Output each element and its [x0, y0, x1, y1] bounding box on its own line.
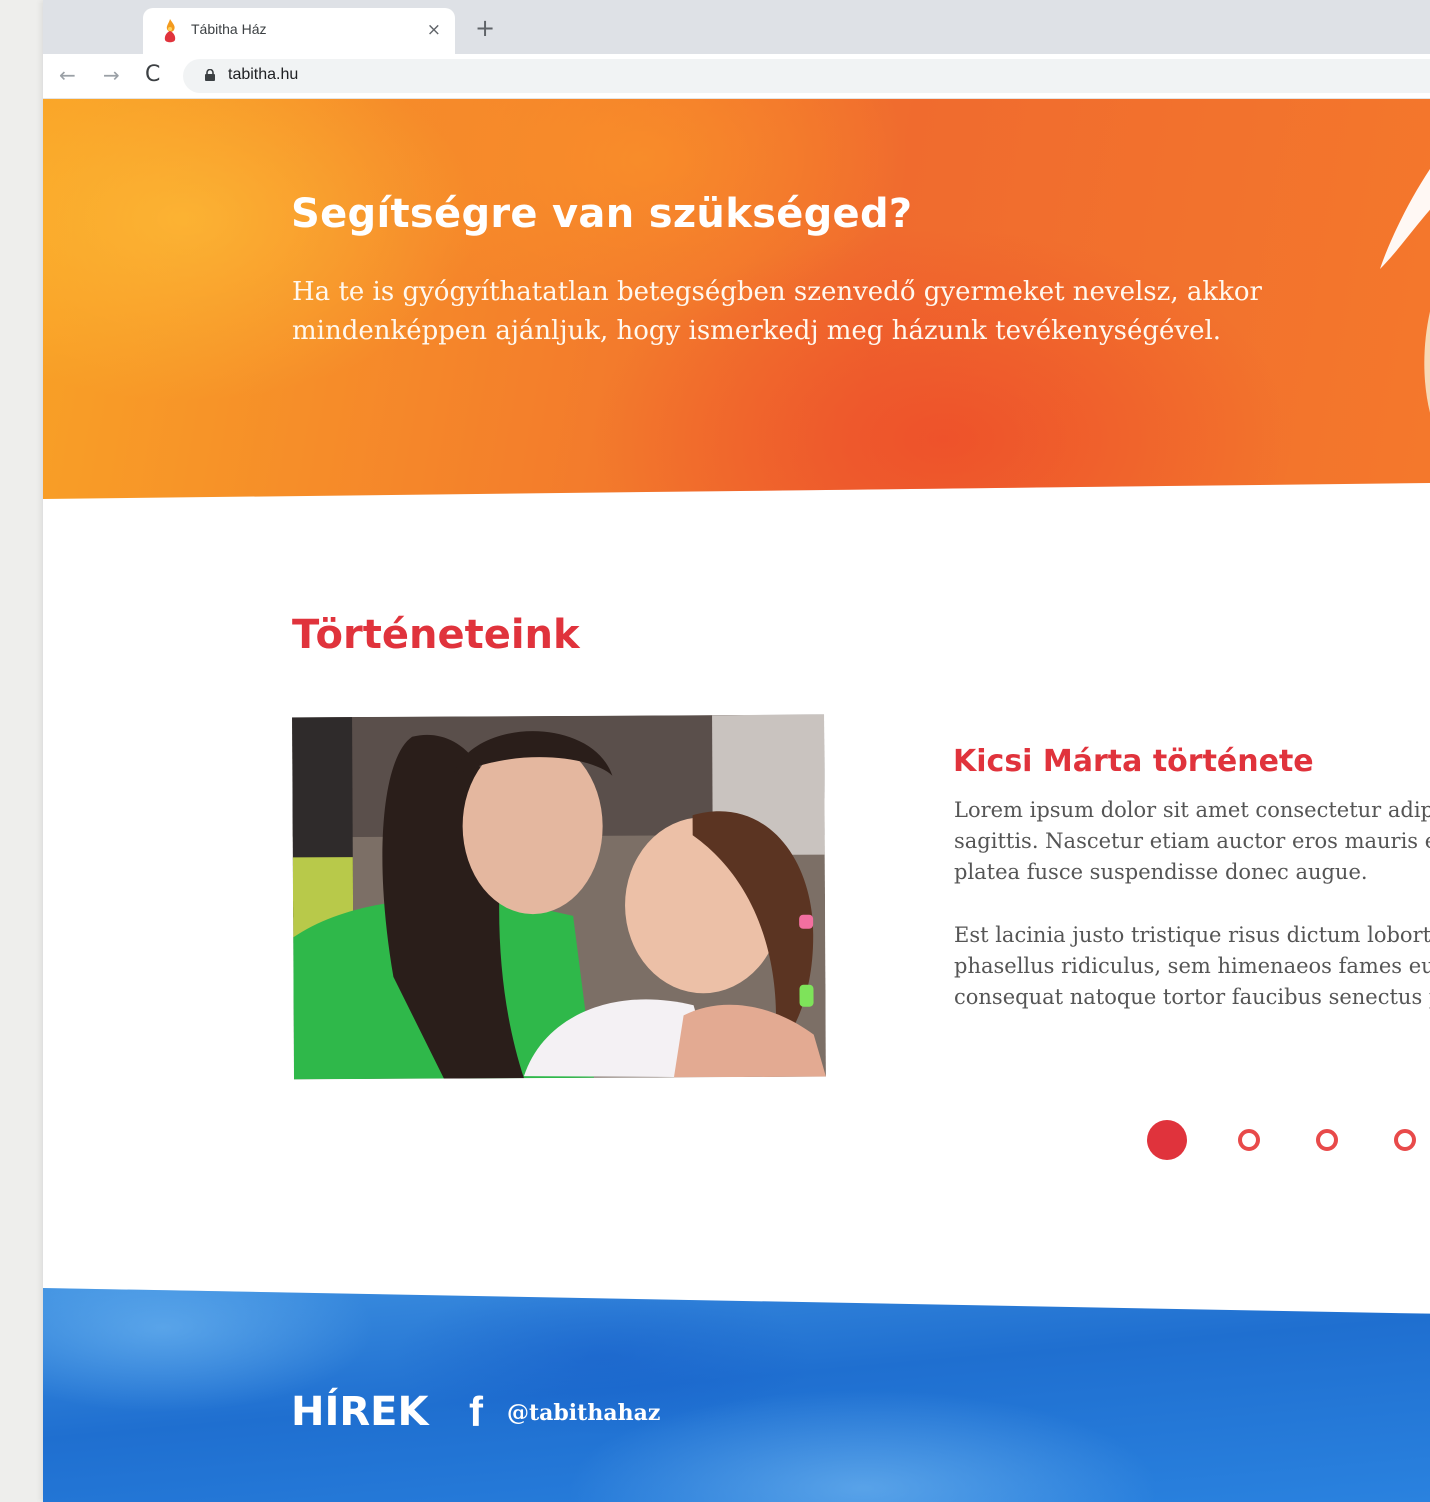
tab-title: Tábitha Ház: [191, 21, 267, 37]
pagination-dot[interactable]: [1394, 1129, 1416, 1151]
facebook-handle-link[interactable]: @tabithahaz: [507, 1400, 660, 1426]
paragraph-line: sagittis. Nascetur etiam auctor eros mau…: [954, 829, 1430, 853]
story-name: Kicsi Márta története: [953, 744, 1314, 779]
hero-illustration: [1380, 169, 1430, 429]
tab-strip: Tábitha Ház × +: [43, 0, 1430, 54]
url-text: tabitha.hu: [228, 66, 299, 83]
facebook-icon[interactable]: f: [469, 1391, 483, 1433]
new-tab-icon[interactable]: +: [475, 16, 495, 40]
stories-title: Történeteink: [292, 612, 580, 658]
news-section: HÍREK f @tabithahaz: [43, 1288, 1430, 1502]
paragraph-line: platea fusce suspendisse donec augue.: [954, 860, 1368, 884]
story-paragraph-1: Lorem ipsum dolor sit amet consectetur a…: [954, 795, 1430, 888]
help-hero-banner: Segítségre van szükséged? Ha te is gyógy…: [43, 99, 1430, 499]
hero-title: Segítségre van szükséged?: [291, 191, 913, 237]
back-arrow-icon[interactable]: ←: [59, 61, 76, 89]
browser-window: Tábitha Ház × + ← → C tabitha.hu Segítsé…: [43, 0, 1430, 1502]
story-paragraph-2: Est lacinia justo tristique risus dictum…: [954, 920, 1430, 1013]
paragraph-line: Lorem ipsum dolor sit amet consectetur a…: [954, 798, 1430, 822]
browser-toolbar: ← → C tabitha.hu: [43, 54, 1430, 99]
address-bar[interactable]: tabitha.hu: [183, 59, 1430, 93]
pagination-dot[interactable]: [1316, 1129, 1338, 1151]
paragraph-line: Est lacinia justo tristique risus dictum…: [954, 923, 1430, 947]
lock-icon: [205, 69, 215, 81]
mother-and-daughter-photo: [292, 714, 826, 1080]
reload-icon[interactable]: C: [145, 61, 160, 89]
tabitha-flame-icon: [164, 19, 176, 43]
story-photo: [292, 714, 826, 1080]
browser-tab[interactable]: Tábitha Ház ×: [143, 8, 455, 54]
forward-arrow-icon[interactable]: →: [103, 61, 120, 89]
pagination-dot-active[interactable]: [1147, 1120, 1187, 1160]
hero-text: Ha te is gyógyíthatatlan betegségben sze…: [292, 277, 1262, 346]
pagination-dot[interactable]: [1238, 1129, 1260, 1151]
paragraph-line: phasellus ridiculus, sem himenaeos fames…: [954, 954, 1430, 978]
paragraph-line: consequat natoque tortor faucibus senect…: [954, 985, 1430, 1009]
news-title: HÍREK: [291, 1389, 429, 1435]
close-tab-icon[interactable]: ×: [427, 20, 441, 40]
